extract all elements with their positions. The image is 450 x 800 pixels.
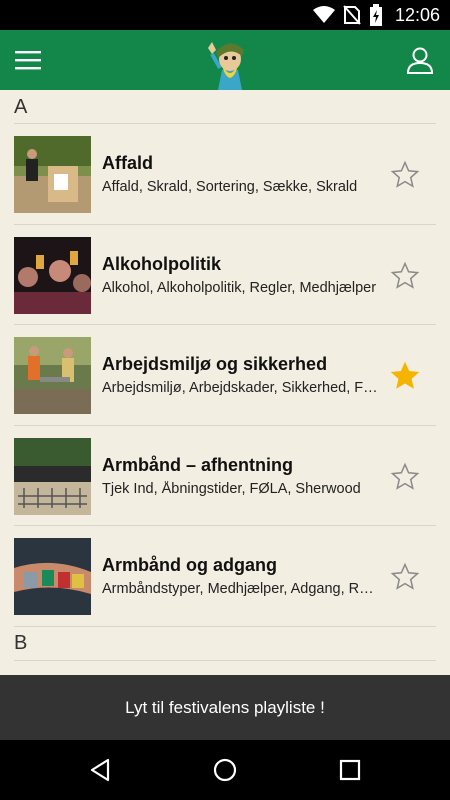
hamburger-menu-icon xyxy=(15,51,41,70)
profile-icon xyxy=(406,47,434,74)
no-sim-icon xyxy=(343,5,361,25)
list-item-armband-adgang[interactable]: Armbånd og adgang Armbåndstyper, Medhjæl… xyxy=(0,526,450,627)
item-title: Affald xyxy=(102,153,153,173)
playlist-banner-button[interactable]: Lyt til festivalens playliste ! xyxy=(0,675,450,740)
item-tags: Tjek Ind, Åbningstider, FØLA, Sherwood xyxy=(102,480,361,497)
section-letter: B xyxy=(14,632,28,654)
list-item-arbejdsmiljo[interactable]: Arbejdsmiljø og sikkerhed Arbejdsmiljø, … xyxy=(0,325,450,426)
star-filled-icon[interactable] xyxy=(390,361,420,391)
back-button[interactable] xyxy=(85,755,115,785)
thumbnail-alkoholpolitik xyxy=(14,236,91,314)
list-item-alkoholpolitik[interactable]: Alkoholpolitik Alkohol, Alkoholpolitik, … xyxy=(0,225,450,326)
item-tags: Armbåndstyper, Medhjælper, Adgang, Regle… xyxy=(102,581,378,597)
star-outline-icon[interactable] xyxy=(390,261,420,291)
item-title: Armbånd og adgang xyxy=(102,555,277,575)
festival-mascot-logo[interactable] xyxy=(200,34,256,90)
recents-button[interactable] xyxy=(335,755,365,785)
list-item-armband-afhentning[interactable]: Armbånd – afhentning Tjek Ind, Åbningsti… xyxy=(0,426,450,527)
item-tags: Alkohol, Alkoholpolitik, Regler, Medhjæl… xyxy=(102,279,377,296)
recents-icon xyxy=(339,759,361,781)
home-icon xyxy=(213,758,237,782)
wifi-icon xyxy=(312,6,335,23)
section-letter: A xyxy=(14,95,28,118)
status-bar: 12:06 xyxy=(0,0,450,30)
system-nav-bar xyxy=(0,740,450,800)
star-outline-icon[interactable] xyxy=(390,160,420,190)
thumbnail-affald xyxy=(14,136,91,213)
thumbnail-armband-adgang xyxy=(14,538,91,615)
list-item-affald[interactable]: Affald Affald, Skrald, Sortering, Sække,… xyxy=(0,124,450,225)
star-outline-icon[interactable] xyxy=(390,562,420,592)
thumbnail-armband-afhentning xyxy=(14,437,91,515)
app-bar xyxy=(0,30,450,90)
section-header-a: A xyxy=(0,90,450,124)
item-title: Armbånd – afhentning xyxy=(102,454,294,475)
home-button[interactable] xyxy=(210,755,240,785)
item-tags: Arbejdsmiljø, Arbejdskader, Sikkerhed, F… xyxy=(102,380,378,396)
battery-charging-icon xyxy=(369,4,382,26)
topic-list[interactable]: A Affald Affald, Skrald, Sortering, Sækk… xyxy=(0,90,450,675)
star-outline-icon[interactable] xyxy=(390,462,420,492)
item-tags: Affald, Skrald, Sortering, Sække, Skrald xyxy=(102,179,358,195)
item-title: Arbejdsmiljø og sikkerhed xyxy=(102,354,328,374)
section-header-b: B xyxy=(0,627,450,661)
profile-button[interactable] xyxy=(402,42,438,78)
playlist-banner-label: Lyt til festivalens playliste ! xyxy=(125,697,325,717)
thumbnail-arbejdsmiljo xyxy=(14,337,91,414)
item-title: Alkoholpolitik xyxy=(102,253,221,274)
menu-button[interactable] xyxy=(12,44,44,76)
back-icon xyxy=(90,758,110,782)
status-time: 12:06 xyxy=(394,4,440,25)
